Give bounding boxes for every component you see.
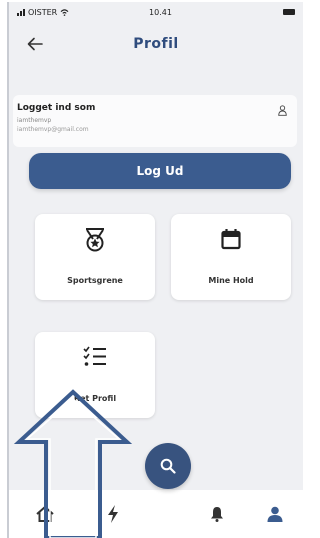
login-username: iamthemvp [17,117,52,124]
header: Profil [9,26,303,66]
search-icon [160,458,176,474]
home-icon [36,506,54,522]
phone-screen: OISTER 10.41 Profil Logget ind som iamth… [7,2,303,538]
tile-label-ret-profil: Ret Profil [73,394,117,403]
search-button[interactable] [145,443,191,489]
tile-label-sportsgrene: Sportsgrene [67,276,123,285]
status-time: 10.41 [149,8,172,17]
user-icon [267,506,283,522]
checklist-icon [83,346,106,366]
bolt-icon [108,505,118,523]
wifi-icon [60,9,69,16]
bell-icon [211,507,223,522]
logout-button[interactable]: Log Ud [29,153,291,189]
nav-profile[interactable] [263,502,287,526]
status-bar: OISTER 10.41 [9,2,303,22]
tile-mine-hold[interactable]: Mine Hold [171,214,291,300]
user-outline-icon [278,105,287,116]
medal-star-icon [86,228,104,252]
calendar-icon [221,229,241,250]
nav-activity[interactable] [101,502,125,526]
tile-label-mine-hold: Mine Hold [208,276,254,285]
login-email: iamthemvp@gmail.com [17,126,89,133]
login-title: Logget ind som [17,103,96,113]
status-left: OISTER [17,8,69,17]
nav-notifications[interactable] [205,502,229,526]
tile-sportsgrene[interactable]: Sportsgrene [35,214,155,300]
carrier-name: OISTER [28,8,58,17]
bottom-nav [9,490,303,538]
page-title: Profil [133,36,179,52]
battery-icon [283,9,295,15]
nav-home[interactable] [33,502,57,526]
signal-icon [17,9,25,16]
tile-ret-profil[interactable]: Ret Profil [35,332,155,418]
login-card: Logget ind som iamthemvp iamthemvp@gmail… [13,95,297,147]
